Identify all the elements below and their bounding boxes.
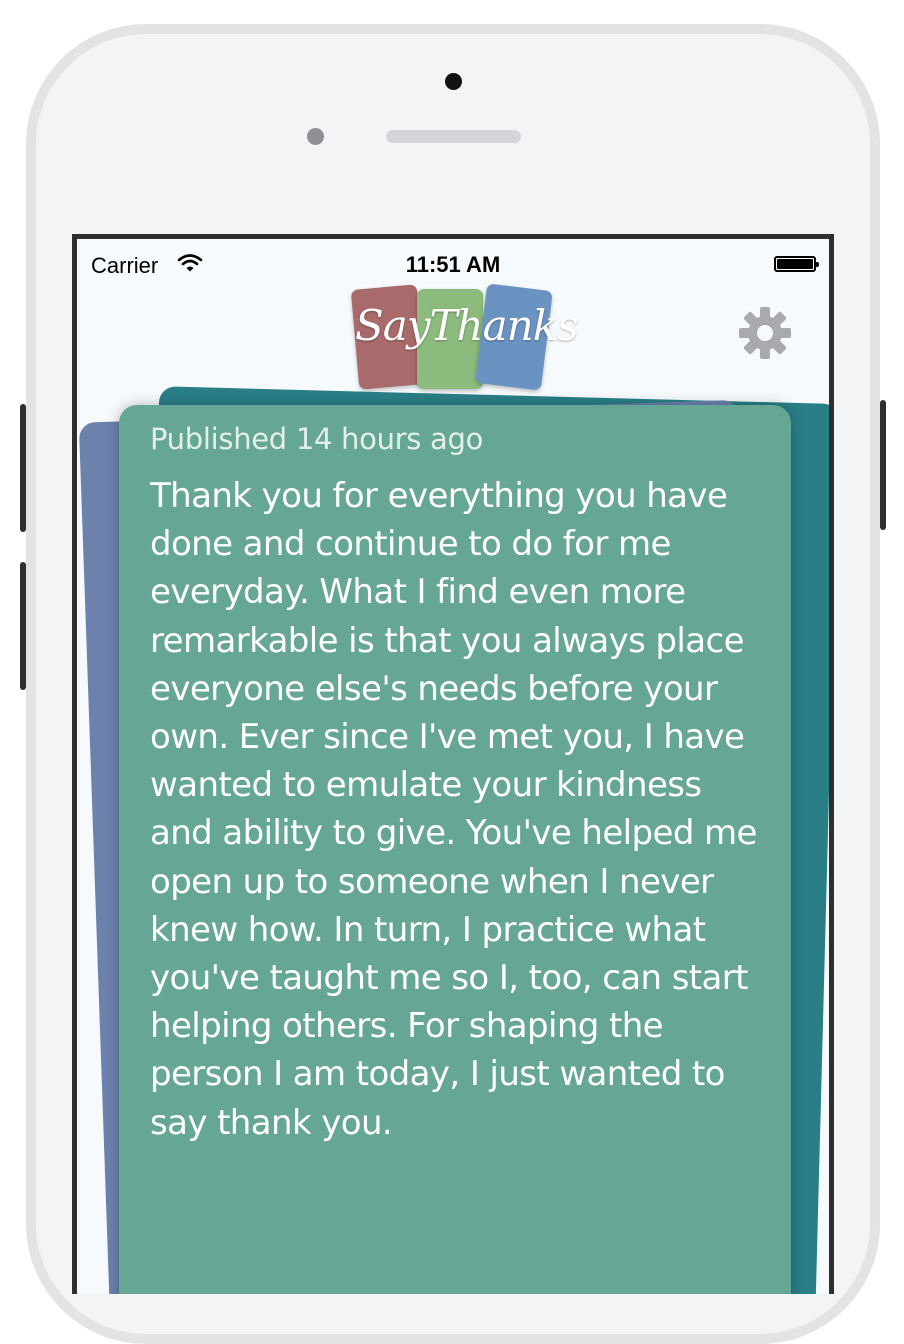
thank-you-card[interactable]: Published 14 hours ago Thank you for eve… bbox=[119, 405, 791, 1294]
earpiece-speaker bbox=[386, 130, 521, 143]
status-time: 11:51 AM bbox=[405, 252, 501, 277]
logo-text: SayThanks bbox=[355, 301, 579, 350]
battery-icon bbox=[774, 256, 819, 272]
thank-you-message: Thank you for everything you have done a… bbox=[150, 476, 757, 1143]
published-label: Published 14 hours ago bbox=[150, 422, 484, 456]
proximity-sensor bbox=[307, 128, 324, 145]
phone-screen: Carrier 11:51 AM SayThanks Published 14 … bbox=[72, 234, 834, 1294]
app-view: Carrier 11:51 AM SayThanks Published 14 … bbox=[77, 239, 829, 1294]
front-camera bbox=[445, 73, 462, 90]
volume-button bbox=[20, 562, 26, 690]
status-bar: Carrier 11:51 AM bbox=[77, 239, 829, 279]
gear-icon[interactable] bbox=[737, 305, 793, 361]
saythanks-logo: SayThanks bbox=[349, 281, 579, 391]
mute-switch bbox=[20, 404, 26, 532]
power-button bbox=[880, 400, 886, 530]
